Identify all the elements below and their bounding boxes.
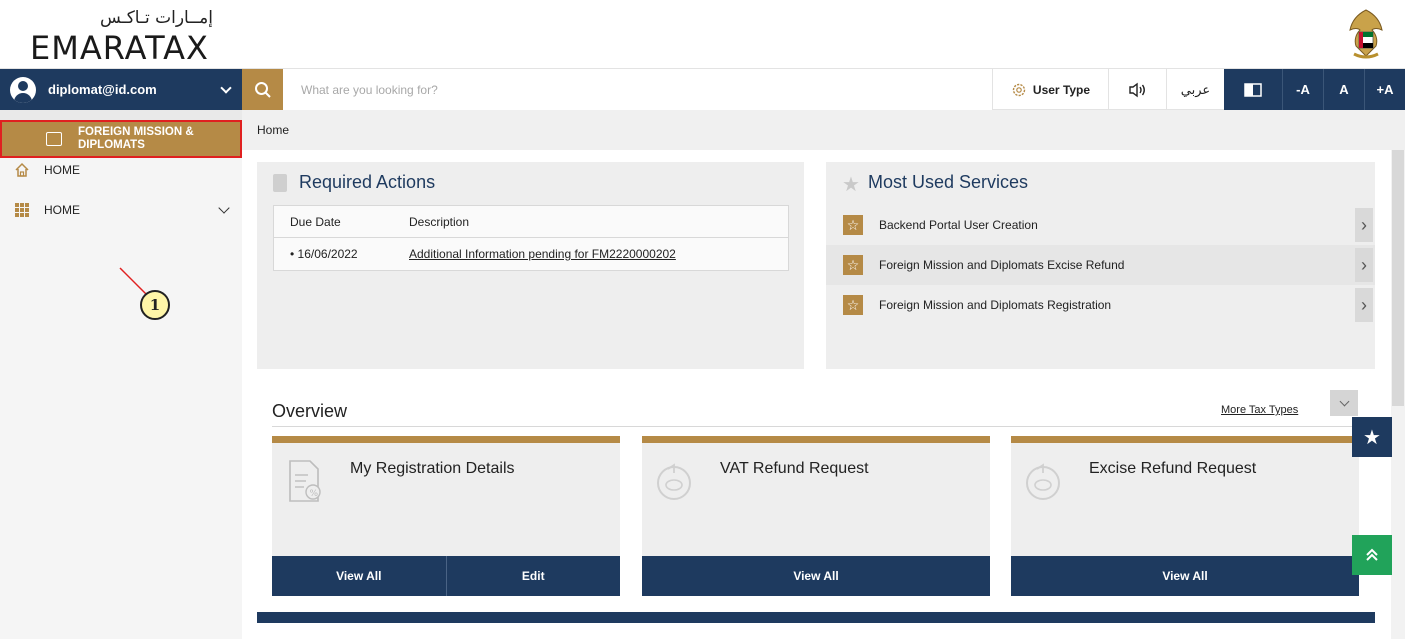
column-header: Due Date	[290, 214, 341, 229]
svg-text:%: %	[310, 489, 319, 499]
list-item[interactable]: ☆ Backend Portal User Creation ›	[826, 205, 1375, 245]
font-normal-button[interactable]: A	[1323, 69, 1364, 110]
required-actions-panel: Required Actions Due Date Description • …	[257, 162, 804, 369]
scroll-to-top-button[interactable]	[1352, 535, 1392, 575]
double-chevron-up-icon	[1366, 548, 1378, 561]
chevron-down-icon	[1339, 396, 1349, 406]
chevron-right-icon[interactable]: ›	[1355, 208, 1373, 242]
card-actions: View All	[642, 556, 990, 596]
list-item[interactable]: ☆ Foreign Mission and Diplomats Excise R…	[826, 245, 1375, 285]
required-actions-table: Due Date Description • 16/06/2022 Additi…	[273, 205, 789, 271]
breadcrumb[interactable]: Home	[257, 123, 289, 137]
star-outline-icon: ☆	[843, 295, 863, 315]
excise-refund-card: Excise Refund Request View All	[1011, 436, 1359, 596]
overview-toggle-button[interactable]	[1330, 390, 1358, 416]
arabic-label: عربي	[1180, 81, 1211, 97]
card-title: My Registration Details	[350, 460, 515, 477]
view-all-button[interactable]: View All	[1011, 556, 1359, 596]
breadcrumb-bar: Home	[242, 110, 1405, 150]
contrast-icon	[1244, 82, 1262, 97]
more-tax-types-link[interactable]: More Tax Types	[1221, 404, 1298, 416]
speaker-icon	[1128, 82, 1145, 97]
panel-title: Required Actions	[299, 172, 436, 192]
document-icon	[273, 174, 287, 192]
gear-icon	[1012, 83, 1026, 96]
favorites-button[interactable]: ★	[1352, 417, 1392, 457]
callout-pointer-line	[119, 267, 147, 295]
card-actions: View All Edit	[272, 556, 620, 596]
search-button[interactable]	[242, 69, 283, 110]
uae-emblem-icon	[1349, 9, 1383, 59]
chevron-right-icon[interactable]: ›	[1355, 248, 1373, 282]
user-type-label: User Type	[1032, 82, 1091, 97]
user-type-button[interactable]: User Type	[992, 69, 1108, 110]
card-title: VAT Refund Request	[720, 460, 869, 477]
registration-details-card: % My Registration Details View All Edit	[272, 436, 620, 596]
card-title: Excise Refund Request	[1089, 460, 1257, 477]
table-header: Due Date Description	[274, 206, 788, 238]
list-item[interactable]: ☆ Foreign Mission and Diplomats Registra…	[826, 285, 1375, 325]
chevron-right-icon[interactable]: ›	[1355, 288, 1373, 322]
service-label: Backend Portal User Creation	[879, 218, 1038, 232]
star-icon: ★	[842, 174, 860, 196]
star-outline-icon: ☆	[843, 215, 863, 235]
action-link[interactable]: Additional Information pending for FM222…	[409, 247, 788, 261]
card-actions: View All	[1011, 556, 1359, 596]
star-icon: ★	[1363, 426, 1381, 449]
footer-bar	[257, 612, 1375, 623]
font-increase-button[interactable]: +A	[1364, 69, 1405, 110]
star-outline-icon: ☆	[843, 255, 863, 275]
vat-refund-card: VAT Refund Request View All	[642, 436, 990, 596]
callout-badge: 1	[140, 290, 170, 320]
view-all-button[interactable]: View All	[642, 556, 990, 596]
contrast-toggle-button[interactable]	[1224, 69, 1282, 110]
refund-icon	[1026, 463, 1060, 500]
column-header: Description	[409, 214, 470, 229]
service-label: Foreign Mission and Diplomats Registrati…	[879, 298, 1112, 312]
overview-title: Overview	[272, 401, 348, 421]
document-percent-icon: %	[289, 460, 321, 502]
refund-icon	[657, 463, 691, 500]
due-date-cell: • 16/06/2022	[290, 247, 358, 261]
panel-title: Most Used Services	[868, 172, 1029, 192]
scrollbar-thumb[interactable]	[1392, 150, 1404, 406]
view-all-button[interactable]: View All	[272, 556, 446, 596]
edit-button[interactable]: Edit	[445, 556, 620, 596]
language-arabic-button[interactable]: عربي	[1166, 69, 1224, 110]
search-icon	[254, 81, 271, 98]
service-label: Foreign Mission and Diplomats Excise Ref…	[879, 258, 1125, 272]
search-input[interactable]	[283, 69, 992, 110]
font-decrease-button[interactable]: -A	[1282, 69, 1323, 110]
divider	[272, 426, 1358, 427]
most-used-services-panel: ★ Most Used Services ☆ Backend Portal Us…	[826, 162, 1375, 369]
text-to-speech-button[interactable]	[1108, 69, 1166, 110]
table-row: • 16/06/2022 Additional Information pend…	[274, 238, 788, 270]
